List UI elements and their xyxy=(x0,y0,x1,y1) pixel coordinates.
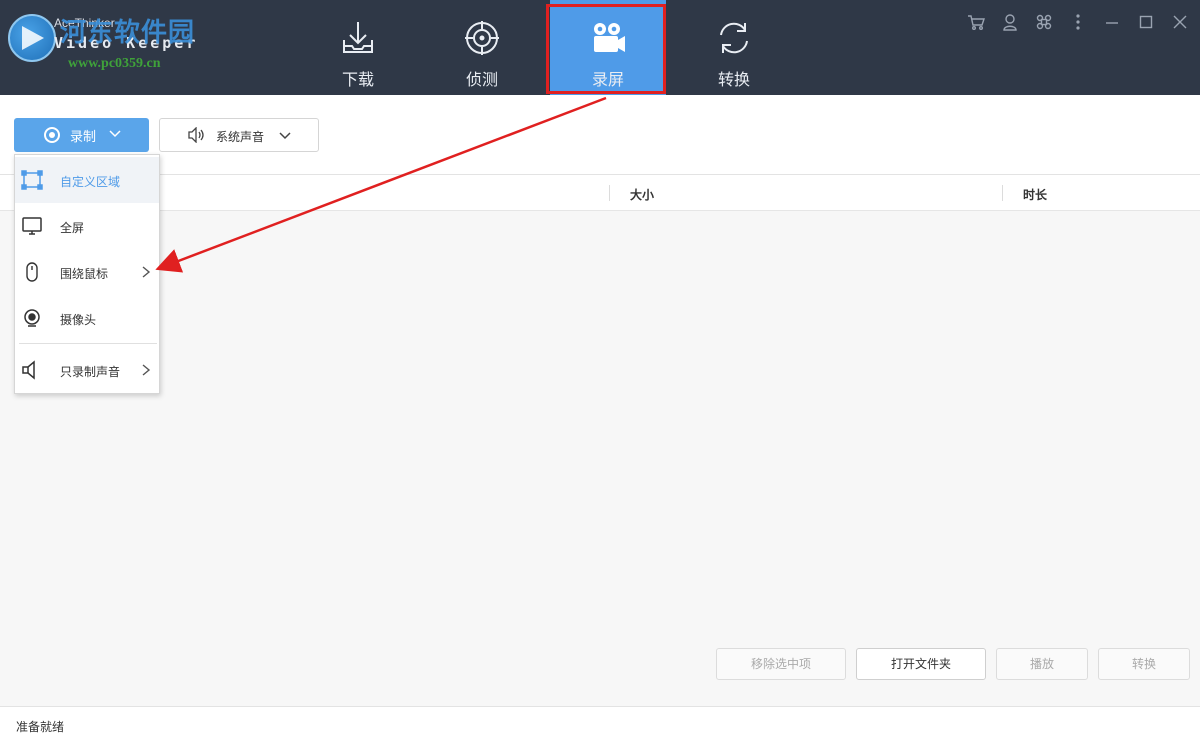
watermark-url: www.pc0359.cn xyxy=(68,56,161,71)
tab-detect-label: 侦测 xyxy=(465,70,498,89)
speaker-icon xyxy=(22,360,35,380)
mouse-icon xyxy=(26,262,38,282)
title-bar: AceThinker Video Keeper 河东软件园 www.pc0359… xyxy=(0,0,1200,95)
user-icon[interactable] xyxy=(1000,12,1020,32)
menu-item-around-mouse[interactable]: 围绕鼠标 xyxy=(15,249,159,295)
convert-button[interactable]: 转换 xyxy=(1098,648,1190,680)
recordings-table-header: 大小 时长 xyxy=(0,175,1200,211)
app-logo: AceThinker Video Keeper 河东软件园 www.pc0359… xyxy=(8,10,218,71)
column-separator xyxy=(1002,185,1003,201)
download-icon xyxy=(343,22,373,53)
chevron-down-icon xyxy=(279,132,291,140)
speaker-icon xyxy=(188,127,204,143)
menu-item-label: 自定义区域 xyxy=(60,175,121,189)
column-duration[interactable]: 时长 xyxy=(1023,186,1047,203)
menu-item-webcam[interactable]: 摄像头 xyxy=(15,295,159,341)
menu-separator xyxy=(19,343,157,344)
chevron-down-icon xyxy=(109,130,121,138)
system-sound-label: 系统声音 xyxy=(216,130,265,144)
record-button[interactable]: 录制 xyxy=(14,118,149,152)
webcam-icon xyxy=(24,309,40,327)
maximize-icon[interactable] xyxy=(1136,12,1156,32)
record-mode-menu: 自定义区域 全屏 围绕鼠标 摄像头 只录制声音 xyxy=(14,154,160,394)
status-bar: 准备就绪 xyxy=(0,706,1200,742)
menu-item-label: 摄像头 xyxy=(60,313,97,327)
tab-convert-label: 转换 xyxy=(717,70,750,89)
cart-icon[interactable] xyxy=(966,12,986,32)
status-text: 准备就绪 xyxy=(16,720,65,734)
tab-record[interactable]: 录屏 xyxy=(550,0,666,95)
play-button[interactable]: 播放 xyxy=(996,648,1088,680)
menu-item-fullscreen[interactable]: 全屏 xyxy=(15,203,159,249)
menu-item-label: 全屏 xyxy=(60,221,85,235)
tab-record-label: 录屏 xyxy=(591,70,624,89)
tab-detect[interactable]: 侦测 xyxy=(424,0,540,95)
tab-convert[interactable]: 转换 xyxy=(676,0,792,95)
minimize-icon[interactable] xyxy=(1102,12,1122,32)
tab-download[interactable]: 下载 xyxy=(300,0,416,95)
tab-download-label: 下载 xyxy=(341,70,374,89)
region-select-icon xyxy=(21,170,43,190)
record-dot-icon xyxy=(44,127,60,143)
menu-item-audio-only[interactable]: 只录制声音 xyxy=(15,347,159,393)
recordings-list xyxy=(0,212,1200,706)
more-icon[interactable] xyxy=(1068,12,1088,32)
monitor-icon xyxy=(22,217,42,235)
chevron-right-icon xyxy=(142,266,151,278)
menu-item-label: 围绕鼠标 xyxy=(60,267,109,281)
record-button-label: 录制 xyxy=(70,130,97,145)
detect-icon xyxy=(465,21,499,55)
remove-selected-button[interactable]: 移除选中项 xyxy=(716,648,846,680)
chevron-right-icon xyxy=(142,364,151,376)
watermark-name: 河东软件园 xyxy=(60,18,196,48)
command-icon[interactable] xyxy=(1034,12,1054,32)
close-icon[interactable] xyxy=(1170,12,1190,32)
menu-item-label: 只录制声音 xyxy=(60,365,121,379)
system-sound-dropdown[interactable]: 系统声音 xyxy=(159,118,319,152)
open-folder-button[interactable]: 打开文件夹 xyxy=(856,648,986,680)
window-controls xyxy=(966,12,1190,32)
menu-item-custom-region[interactable]: 自定义区域 xyxy=(15,157,159,203)
column-size[interactable]: 大小 xyxy=(630,186,654,203)
toolbar: 录制 系统声音 xyxy=(0,95,1200,175)
video-camera-icon xyxy=(594,23,625,52)
convert-icon xyxy=(720,22,748,54)
logo-icon xyxy=(8,14,56,62)
column-separator xyxy=(609,185,610,201)
